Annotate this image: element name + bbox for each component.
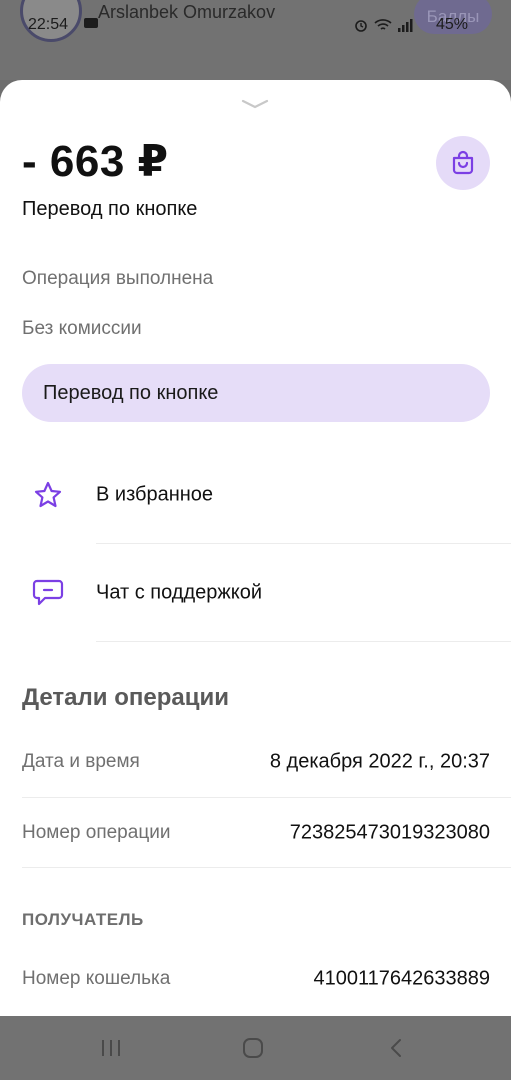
status-bar: Arslanbek Omurzakov Баллы 22:54 45% [0,0,511,80]
details-section-title: Детали операции [22,684,229,711]
recent-apps-button[interactable] [97,1034,125,1062]
screen: Arslanbek Omurzakov Баллы 22:54 45% - 66… [0,0,511,1080]
operation-status: Операция выполнена [22,268,214,289]
operation-category-label: Перевод по кнопке [43,381,219,404]
detail-label: Дата и время [22,751,140,772]
chat-icon [30,575,66,611]
youtube-notification-icon [84,18,98,28]
status-icons [354,16,415,32]
home-button[interactable] [239,1034,267,1062]
divider [22,867,511,868]
favourites-label: В избранное [96,483,214,506]
signal-icon [398,18,413,32]
back-icon [391,1039,401,1057]
status-time: 22:54 [28,16,69,33]
recipient-section-title: ПОЛУЧАТЕЛЬ [22,910,144,929]
system-navigation-bar [0,1016,511,1080]
detail-value: 723825473019323080 [289,821,490,844]
detail-value: 4100117642633889 [313,967,490,990]
operation-fee: Без комиссии [22,318,142,339]
divider [96,641,511,642]
alarm-icon [355,19,367,32]
wifi-icon [374,18,392,30]
back-button[interactable] [382,1034,410,1062]
detail-value: 8 декабря 2022 г., 20:37 [269,750,490,773]
operation-amount: - 663 ₽ [22,137,169,186]
battery-level: 45% [436,16,469,33]
add-to-favourites-button[interactable]: В избранное [0,446,511,544]
sheet-collapse-chevron-icon[interactable] [240,98,270,110]
detail-label: Номер операции [22,822,171,843]
shopping-bag-icon [452,150,474,175]
detail-label: Номер кошелька [22,968,171,989]
recent-apps-icon [102,1040,120,1056]
star-icon [30,477,66,513]
support-chat-button[interactable]: Чат с поддержкой [0,544,511,642]
operation-details-sheet: - 663 ₽ Перевод по кнопке Операция выпол… [0,80,511,1016]
detail-row-wallet-number[interactable]: Номер кошелька 4100117642633889 [22,944,490,1014]
operation-title: Перевод по кнопке [22,198,198,220]
operation-category-pill[interactable]: Перевод по кнопке [22,364,490,422]
background-user-name: Arslanbek Omurzakov [98,2,276,22]
home-icon [243,1038,263,1058]
detail-row-operation-number[interactable]: Номер операции 723825473019323080 [22,798,490,868]
support-chat-label: Чат с поддержкой [96,581,263,604]
detail-row-date: Дата и время 8 декабря 2022 г., 20:37 [22,727,490,797]
category-button[interactable] [436,136,490,190]
